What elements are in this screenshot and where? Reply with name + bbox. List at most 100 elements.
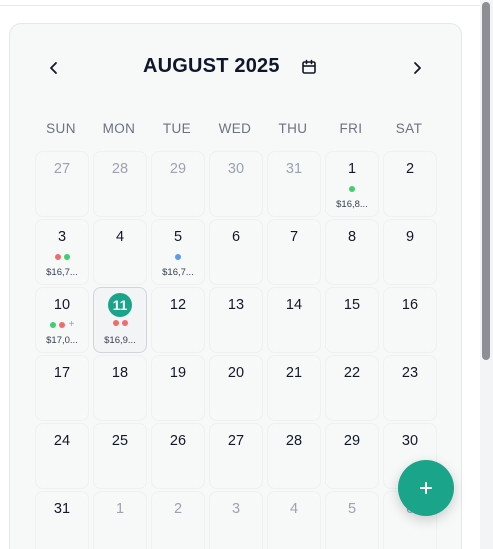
day-number: 8: [347, 229, 357, 245]
day-number: 24: [53, 433, 71, 449]
plus-icon: [420, 482, 432, 494]
day-number: 31: [285, 161, 303, 177]
day-cell[interactable]: 24: [35, 423, 89, 489]
day-cell[interactable]: 15: [325, 287, 379, 353]
day-cell[interactable]: 14: [267, 287, 321, 353]
transaction-dot: [112, 320, 119, 326]
day-cell[interactable]: 13: [209, 287, 263, 353]
day-cell[interactable]: 17: [35, 355, 89, 421]
day-cell[interactable]: 22: [325, 355, 379, 421]
day-number: 4: [115, 229, 125, 245]
day-cell[interactable]: 1 $16,8...: [325, 151, 379, 217]
day-cell[interactable]: 3: [209, 491, 263, 549]
day-cell[interactable]: 21: [267, 355, 321, 421]
day-cell[interactable]: 6: [209, 219, 263, 285]
transaction-indicators: [326, 186, 378, 192]
day-cell[interactable]: 2: [151, 491, 205, 549]
day-number: 30: [401, 433, 419, 449]
day-cell-today[interactable]: 11 $16,9...: [93, 287, 147, 353]
weekday-label: SAT: [395, 121, 423, 136]
next-month-button[interactable]: [405, 56, 429, 80]
day-number: 5: [347, 501, 357, 517]
day-number: 15: [343, 297, 361, 313]
transaction-indicators: [94, 320, 146, 326]
day-cell[interactable]: 28: [93, 151, 147, 217]
day-cell[interactable]: 27: [35, 151, 89, 217]
transaction-indicators: +: [36, 320, 88, 330]
day-number: 28: [111, 161, 129, 177]
day-number: 13: [227, 297, 245, 313]
month-title: AUGUST 2025: [143, 55, 280, 77]
day-number: 18: [111, 365, 129, 381]
day-number: 30: [227, 161, 245, 177]
day-cell[interactable]: 7: [267, 219, 321, 285]
day-number: 3: [231, 501, 241, 517]
day-number: 10: [53, 297, 71, 313]
day-cell[interactable]: 1: [93, 491, 147, 549]
day-number: 3: [57, 229, 67, 245]
day-number: 27: [227, 433, 245, 449]
day-cell[interactable]: 23: [383, 355, 437, 421]
day-cell[interactable]: 26: [151, 423, 205, 489]
day-cell[interactable]: 19: [151, 355, 205, 421]
day-number: 17: [53, 365, 71, 381]
transaction-dot: [58, 322, 65, 328]
day-cell[interactable]: 29: [325, 423, 379, 489]
previous-month-button[interactable]: [42, 56, 66, 80]
day-number: 25: [111, 433, 129, 449]
day-cell[interactable]: 29: [151, 151, 205, 217]
day-cell[interactable]: 12: [151, 287, 205, 353]
transaction-dot: [49, 322, 56, 328]
day-cell[interactable]: 4: [93, 219, 147, 285]
day-cell[interactable]: 10 + $17,0...: [35, 287, 89, 353]
day-number: 19: [169, 365, 187, 381]
chevron-right-icon: [414, 62, 421, 74]
day-number: 2: [173, 501, 183, 517]
today-date-badge: 11: [108, 293, 132, 317]
day-cell[interactable]: 30: [209, 151, 263, 217]
day-balance: $16,9...: [104, 335, 136, 346]
day-cell[interactable]: 16: [383, 287, 437, 353]
day-balance: $16,7...: [162, 267, 194, 278]
day-cell[interactable]: 5 $16,7...: [151, 219, 205, 285]
weekday-label: THU: [278, 121, 308, 136]
day-number: 22: [343, 365, 361, 381]
day-cell[interactable]: 20: [209, 355, 263, 421]
add-transaction-button[interactable]: [398, 460, 454, 516]
chevron-left-icon: [50, 62, 57, 74]
transaction-dot: [175, 254, 181, 260]
day-cell[interactable]: 3 $16,7...: [35, 219, 89, 285]
day-number: 1: [115, 501, 125, 517]
day-cell[interactable]: 18: [93, 355, 147, 421]
transaction-indicators: [36, 254, 88, 260]
day-cell[interactable]: 2: [383, 151, 437, 217]
day-cell[interactable]: 5: [325, 491, 379, 549]
calendar-grid: 27 28 29 30 31 1 $16,8... 2 3 $16,7... 4 5 $16,7... 6…: [33, 151, 439, 549]
day-cell[interactable]: 4: [267, 491, 321, 549]
day-number: 28: [285, 433, 303, 449]
day-cell[interactable]: 25: [93, 423, 147, 489]
transaction-dot: [121, 320, 128, 326]
day-balance: $17,0...: [46, 335, 78, 346]
day-number: 23: [401, 365, 419, 381]
day-number: 27: [53, 161, 71, 177]
day-number: 31: [53, 501, 71, 517]
weekday-label: SUN: [46, 121, 76, 136]
day-number: 29: [343, 433, 361, 449]
top-header-strip: [0, 0, 480, 6]
day-cell[interactable]: 8: [325, 219, 379, 285]
day-cell[interactable]: 31: [35, 491, 89, 549]
day-number: 6: [231, 229, 241, 245]
day-cell[interactable]: 9: [383, 219, 437, 285]
day-number: 14: [285, 297, 303, 313]
day-number: 20: [227, 365, 245, 381]
day-number: 1: [347, 161, 357, 177]
day-balance: $16,7...: [46, 267, 78, 278]
day-cell[interactable]: 28: [267, 423, 321, 489]
transaction-dot: [54, 254, 61, 260]
day-cell[interactable]: 31: [267, 151, 321, 217]
calendar-picker-button[interactable]: [300, 58, 318, 76]
day-cell[interactable]: 27: [209, 423, 263, 489]
scrollbar-thumb[interactable]: [482, 2, 490, 360]
weekday-label: MON: [102, 121, 136, 136]
